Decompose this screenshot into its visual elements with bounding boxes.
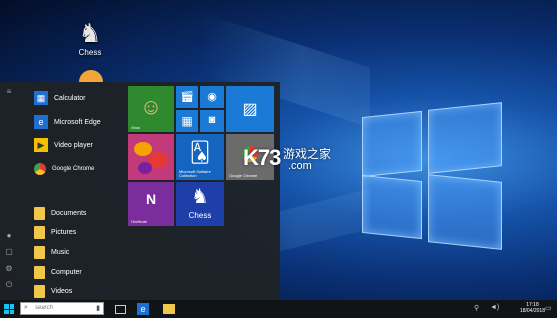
avatar-icon: ☺ [139,94,163,119]
power-icon[interactable]: ⏻ [5,281,13,289]
tile-photos[interactable]: ◉ [200,86,224,108]
chess-knight-icon: ♞ [191,186,209,208]
folder-icon [34,225,45,239]
tile-chess[interactable]: ♞ Chess [176,182,224,226]
watermark-domain: .com [288,160,312,172]
windows-logo [340,92,520,252]
settings-icon[interactable]: ⚙ [5,265,13,273]
camera-icon: ◙ [208,114,216,126]
file-explorer-icon[interactable] [163,304,175,314]
tile-xbox[interactable]: ☺ Xbox [128,86,174,132]
tile-label: Chess [188,211,212,220]
folder-icon [34,265,45,279]
app-label: Calculator [54,94,86,102]
tile-candy-crush[interactable] [128,134,174,180]
app-video-player[interactable]: ▶ Video player [34,136,93,154]
folder-icon [34,284,45,298]
app-label: Music [51,248,70,256]
desktop-icon-label: Chess [78,48,102,57]
folder-icon [34,206,45,220]
app-calculator[interactable]: ▦ Calculator [34,89,86,107]
app-computer[interactable]: Computer [34,263,82,281]
start-menu: ≡ ● ▢ ⚙ ⏻ ▦ Calculator e Microsoft Edge … [0,82,280,300]
edge-icon: e [34,115,48,129]
chess-knight-icon: ♞ [78,18,102,48]
app-label: Video player [54,141,93,149]
tile-pictures[interactable]: ▨ [226,86,274,132]
hamburger-icon[interactable]: ≡ [5,88,13,96]
file-explorer-icon[interactable]: ▢ [5,248,13,256]
notification-icon[interactable]: ▭ [545,304,552,312]
tile-calculator[interactable]: ▦ [176,110,198,132]
network-icon[interactable]: ⚲ [474,304,479,312]
search-placeholder: search [35,305,54,311]
tile-solitaire[interactable]: 🂡︎ Microsoft Solitaire Collection [176,134,224,180]
desktop-icon-chess[interactable]: ♞ Chess [68,18,112,57]
search-input[interactable]: ⌕ search ▮ [20,302,104,315]
tile-camera[interactable]: ◙ [200,110,224,132]
app-label: Documents [51,209,87,217]
tile-label: Microsoft Solitaire Collection [179,169,211,178]
tile-onenote[interactable]: N OneNote [128,182,174,226]
tile-label: Xbox [131,125,141,130]
app-label: Videos [51,287,73,295]
eye-icon: ◉ [207,91,217,103]
logo-pane [362,110,422,178]
candy-icon [138,162,152,174]
calculator-icon: ▦ [34,91,48,105]
app-google-chrome[interactable]: Google Chrome [34,160,94,178]
taskbar: ⌕ search ▮ e ⚲ ◄) ▭ 17:18 18/04/2018 [0,300,557,318]
image-icon: ▨ [242,101,258,118]
clock[interactable]: 17:18 18/04/2018 [520,302,545,314]
clapperboard-icon: 🎬︎ [180,91,194,103]
watermark-brand: K73 [243,145,281,170]
app-documents[interactable]: Documents [34,204,86,222]
video-player-icon: ▶ [34,138,48,152]
edge-icon[interactable]: e [137,303,149,315]
app-label: Microsoft Edge [54,118,101,126]
folder-icon [34,245,45,259]
candy-icon [134,142,152,156]
app-list: ▦ Calculator e Microsoft Edge ▶ Video pl… [24,82,124,300]
clock-date: 18/04/2018 [519,308,545,314]
windows-logo-icon [4,309,9,314]
app-pictures[interactable]: Pictures [34,223,76,241]
user-icon[interactable]: ● [5,232,13,240]
app-videos[interactable]: Videos [34,282,72,300]
start-button[interactable] [4,304,14,314]
app-edge[interactable]: e Microsoft Edge [34,113,101,131]
playing-cards-icon: 🂡︎ [189,142,211,164]
logo-pane [362,174,422,240]
calculator-icon: ▦ [181,114,193,128]
chrome-icon [34,163,46,175]
logo-pane [428,174,502,250]
windows-logo-icon [9,309,14,314]
logo-pane [428,102,502,174]
app-label: Computer [51,268,82,276]
app-label: Pictures [51,228,77,236]
volume-icon[interactable]: ◄) [490,304,499,311]
microphone-icon[interactable]: ▮ [96,304,100,312]
tile-movies[interactable]: 🎬︎ [176,86,198,108]
windows-logo-icon [9,304,14,309]
tile-label: Google Chrome [229,173,258,178]
windows-logo-icon [4,304,9,309]
onenote-icon: N [145,191,157,207]
search-icon: ⌕ [24,304,28,311]
app-music[interactable]: Music [34,243,69,261]
start-rail: ≡ ● ▢ ⚙ ⏻ [0,82,20,300]
task-view-icon[interactable] [115,305,126,314]
tile-label: OneNote [131,219,148,224]
app-label: Google Chrome [52,166,95,172]
